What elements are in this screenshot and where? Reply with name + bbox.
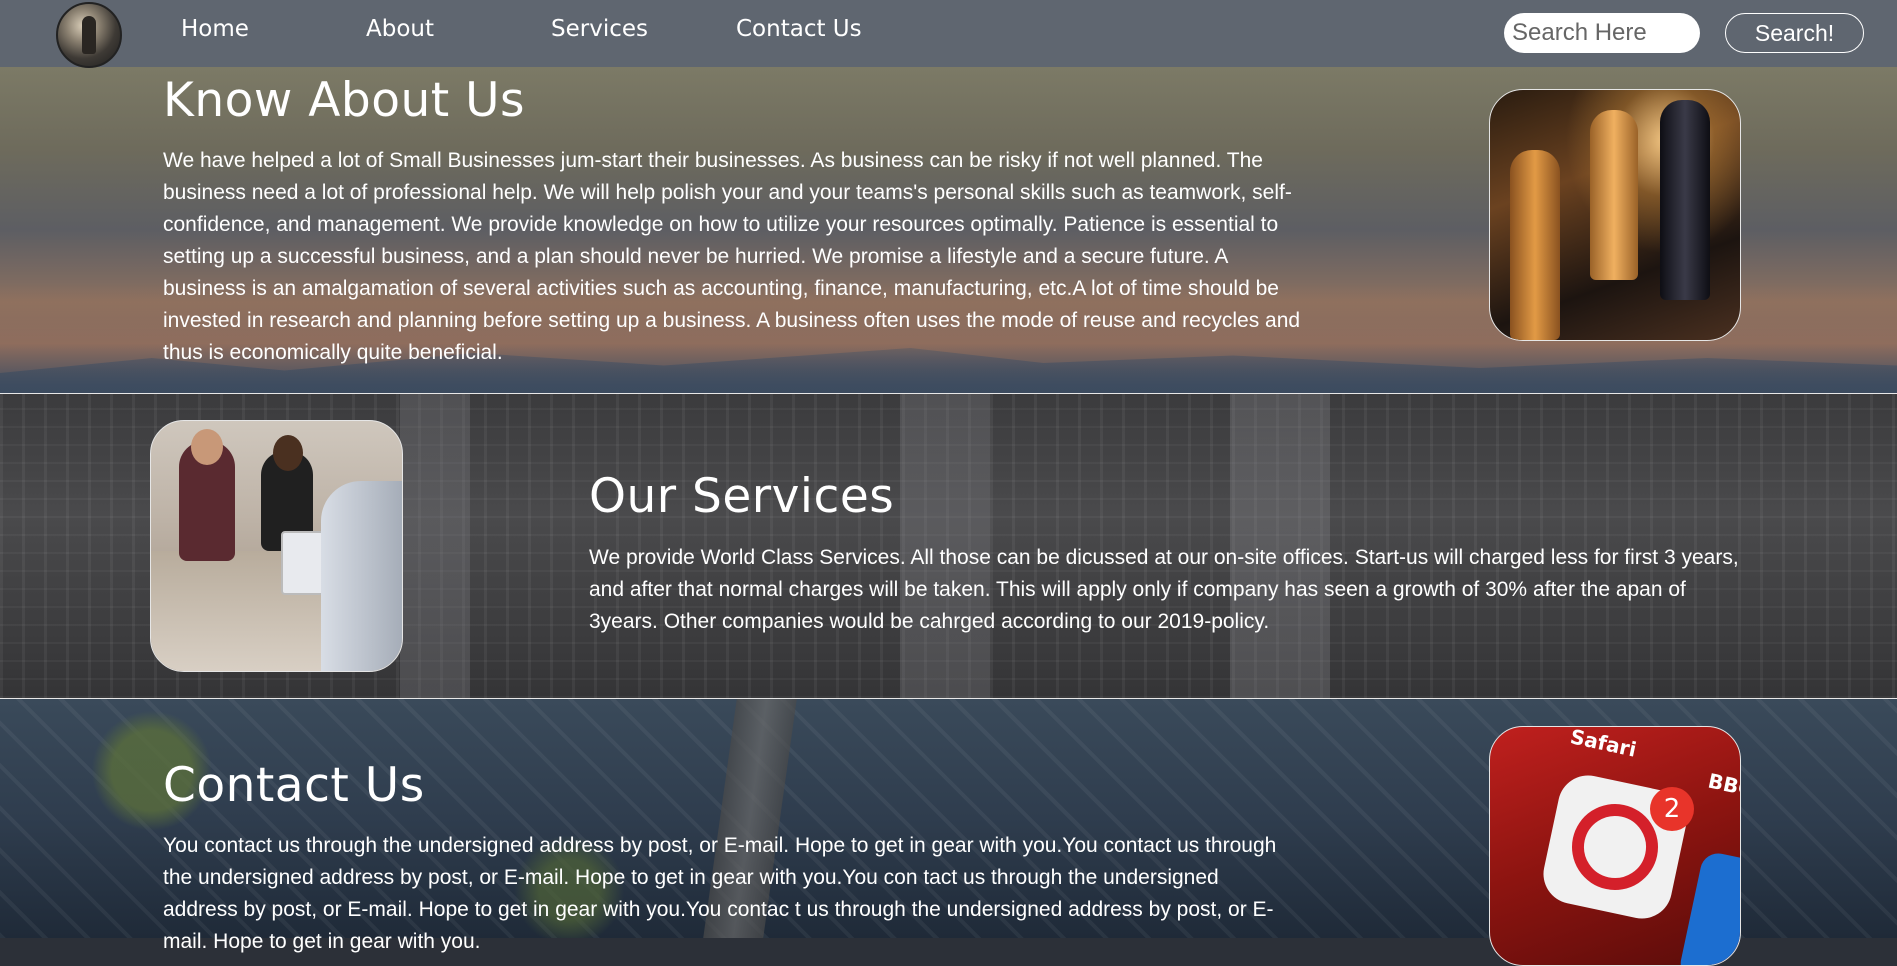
nav-link-services[interactable]: Services	[551, 16, 648, 42]
chess-image	[1489, 89, 1741, 341]
nav-link-about[interactable]: About	[366, 16, 434, 42]
chess-piece-icon	[82, 16, 96, 54]
phone-apps-image: Safari BBC 2	[1489, 726, 1741, 966]
notification-badge: 2	[1650, 787, 1694, 831]
logo-chess-image[interactable]	[56, 2, 122, 68]
bbc-label: BBC	[1705, 768, 1741, 802]
contact-text: You contact us through the undersigned a…	[163, 834, 1277, 953]
section-divider	[0, 698, 1897, 699]
team-meeting-image	[150, 420, 403, 672]
search-button[interactable]: Search!	[1725, 13, 1864, 53]
contact-title: Contact Us	[163, 758, 425, 813]
chess-piece-icon	[1590, 110, 1638, 280]
about-text: We have helped a lot of Small Businesses…	[163, 149, 1301, 364]
chess-piece-icon	[1660, 100, 1710, 300]
section-divider	[0, 393, 1897, 394]
chess-piece-icon	[1510, 150, 1560, 340]
navbar: Home About Services Contact Us Search!	[0, 0, 1897, 68]
weather-app-icon	[1677, 850, 1740, 965]
safari-label: Safari	[1568, 726, 1639, 762]
nav-link-contact[interactable]: Contact Us	[736, 16, 862, 42]
search-input[interactable]	[1504, 13, 1700, 53]
services-title: Our Services	[589, 469, 895, 524]
about-title: Know About Us	[163, 73, 526, 128]
nav-link-home[interactable]: Home	[181, 16, 249, 42]
services-text: We provide World Class Services. All tho…	[589, 546, 1739, 633]
